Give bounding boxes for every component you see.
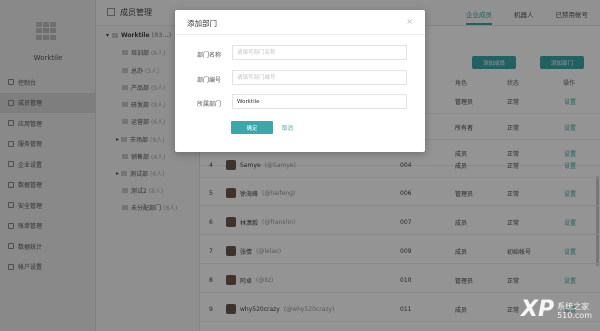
- divider: [175, 34, 425, 35]
- close-icon[interactable]: ×: [406, 17, 413, 26]
- watermark-logo: XP: [521, 297, 555, 322]
- department-code-input[interactable]: [232, 70, 407, 85]
- department-name-label: 部门名称: [197, 52, 222, 59]
- parent-department-select[interactable]: [232, 94, 407, 109]
- watermark-line2: 510.com: [557, 311, 592, 321]
- add-department-dialog: 添加部门 × 部门名称 部门编号 所属部门 确定 取消: [175, 10, 425, 152]
- dialog-title: 添加部门: [187, 19, 217, 28]
- confirm-button[interactable]: 确定: [231, 121, 273, 134]
- department-name-input[interactable]: [232, 45, 407, 60]
- cancel-button[interactable]: 取消: [282, 121, 293, 134]
- parent-department-label: 所属部门: [197, 101, 222, 108]
- department-code-label: 部门编号: [197, 77, 222, 84]
- site-watermark: XP 系统之家 510.com: [521, 299, 592, 321]
- watermark-line1: 系统之家: [557, 301, 590, 311]
